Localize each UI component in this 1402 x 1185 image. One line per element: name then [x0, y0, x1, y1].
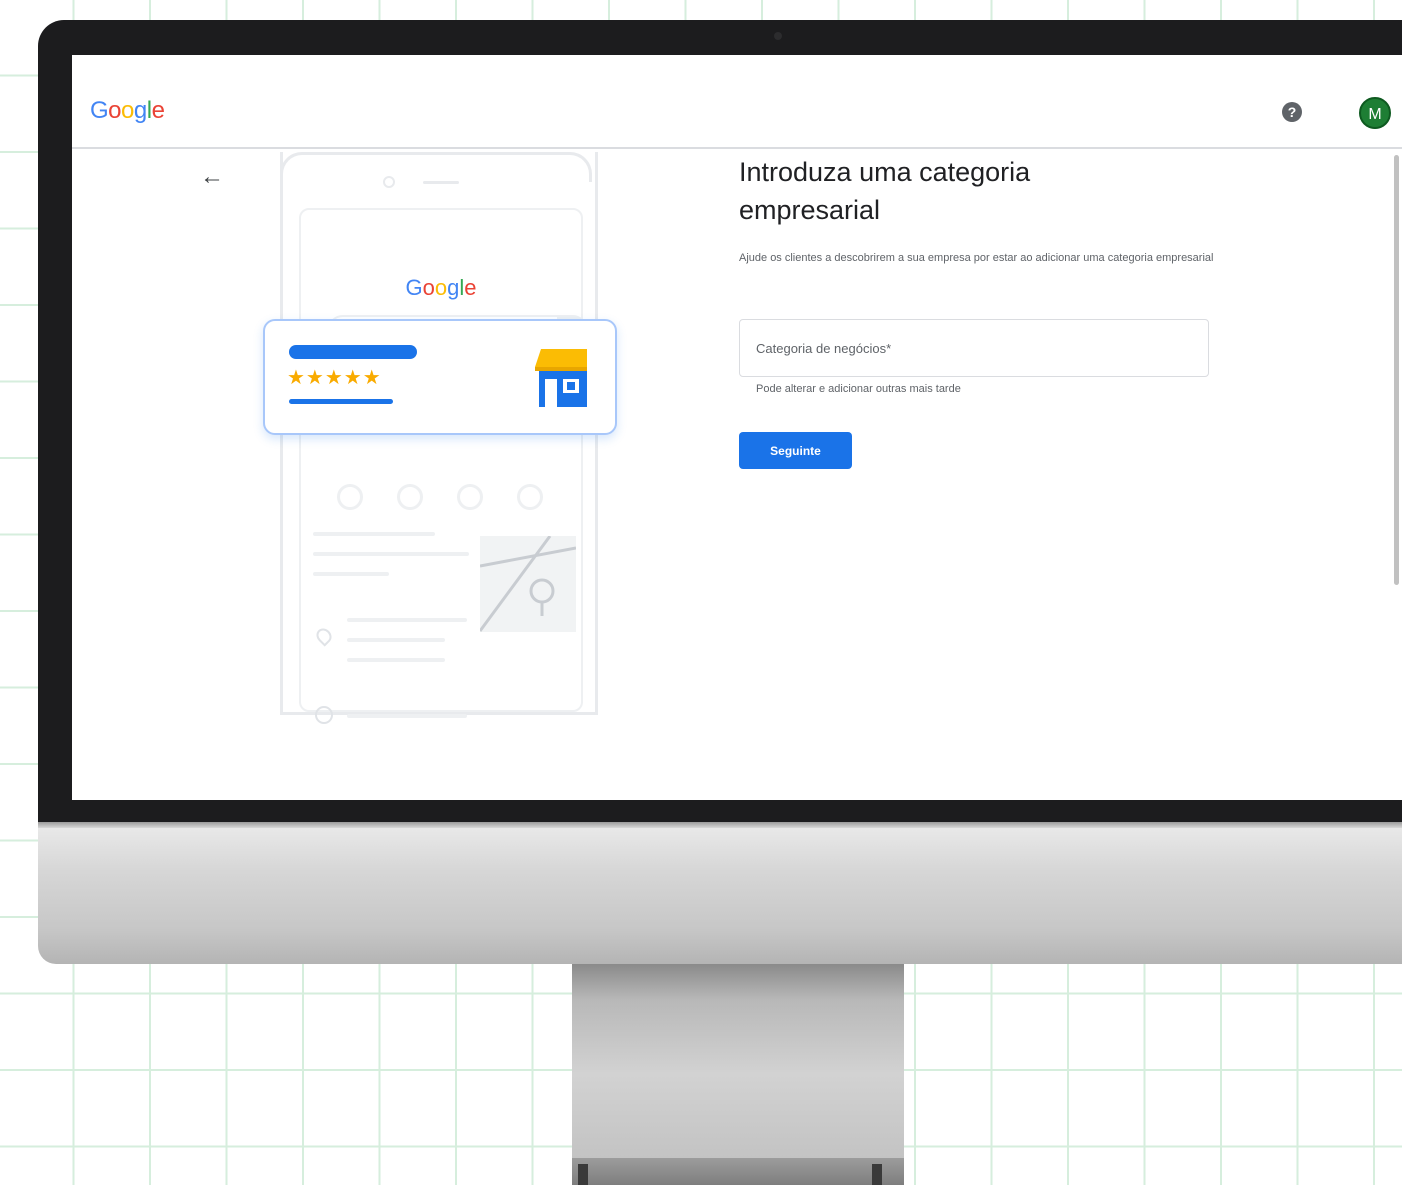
phone-search-card: Google ›	[299, 208, 587, 724]
placeholder-line	[313, 532, 435, 536]
camera-icon	[774, 32, 782, 40]
mini-logo-letter: o	[422, 275, 435, 300]
logo-letter: G	[90, 97, 109, 124]
mini-logo-letter: e	[464, 275, 477, 300]
star-rating-icon: ★★★★★	[287, 367, 382, 389]
placeholder-line	[347, 638, 445, 642]
mini-logo-letter: o	[434, 275, 448, 300]
logo-letter: e	[151, 97, 165, 124]
page-description: Ajude os clientes a descobrirem a sua em…	[739, 252, 1214, 264]
phone-top-frame	[280, 152, 592, 182]
help-circle-icon[interactable]: ?	[1282, 102, 1302, 122]
business-profile-card: ★★★★★	[263, 319, 617, 435]
action-circle-icon	[337, 484, 363, 510]
map-pin-icon	[480, 536, 576, 632]
placeholder-line	[313, 552, 469, 556]
placeholder-line	[347, 714, 467, 718]
logo-letter: g	[133, 97, 147, 124]
map-thumbnail	[480, 536, 576, 632]
google-logo[interactable]: Google	[90, 97, 165, 125]
action-circle-icon	[397, 484, 423, 510]
logo-letter: o	[108, 97, 122, 124]
browser-screen: Google ? M ← Google ›	[72, 55, 1402, 800]
monitor-chin	[38, 822, 1402, 964]
placeholder-line	[347, 658, 445, 662]
storefront-icon	[535, 349, 587, 407]
scrollbar-thumb[interactable]	[1394, 155, 1399, 585]
placeholder-line	[313, 572, 389, 576]
top-app-bar: Google ? M	[72, 55, 1402, 149]
clock-icon	[315, 706, 333, 724]
action-circle-icon	[457, 484, 483, 510]
logo-letter: o	[121, 97, 134, 124]
business-name-bar	[289, 345, 417, 359]
scrollbar[interactable]	[1392, 155, 1402, 700]
mini-logo-letter: G	[405, 275, 423, 300]
business-category-input[interactable]: Categoria de negócios*	[739, 319, 1209, 377]
location-pin-icon	[313, 625, 335, 647]
monitor-stand	[572, 964, 904, 1164]
action-circle-icon	[517, 484, 543, 510]
account-avatar[interactable]: M	[1359, 97, 1391, 129]
arrow-back-icon[interactable]: ←	[200, 163, 224, 191]
business-detail-bar	[289, 399, 393, 404]
next-button[interactable]: Seguinte	[739, 432, 852, 469]
page-title: Introduza uma categoria empresarial	[739, 157, 1031, 225]
field-helper-text: Pode alterar e adicionar outras mais tar…	[756, 383, 961, 395]
mini-logo-letter: g	[447, 275, 460, 300]
mini-google-logo: Google	[301, 275, 581, 301]
monitor-stand-foot	[572, 1158, 904, 1185]
placeholder-line	[347, 618, 467, 622]
